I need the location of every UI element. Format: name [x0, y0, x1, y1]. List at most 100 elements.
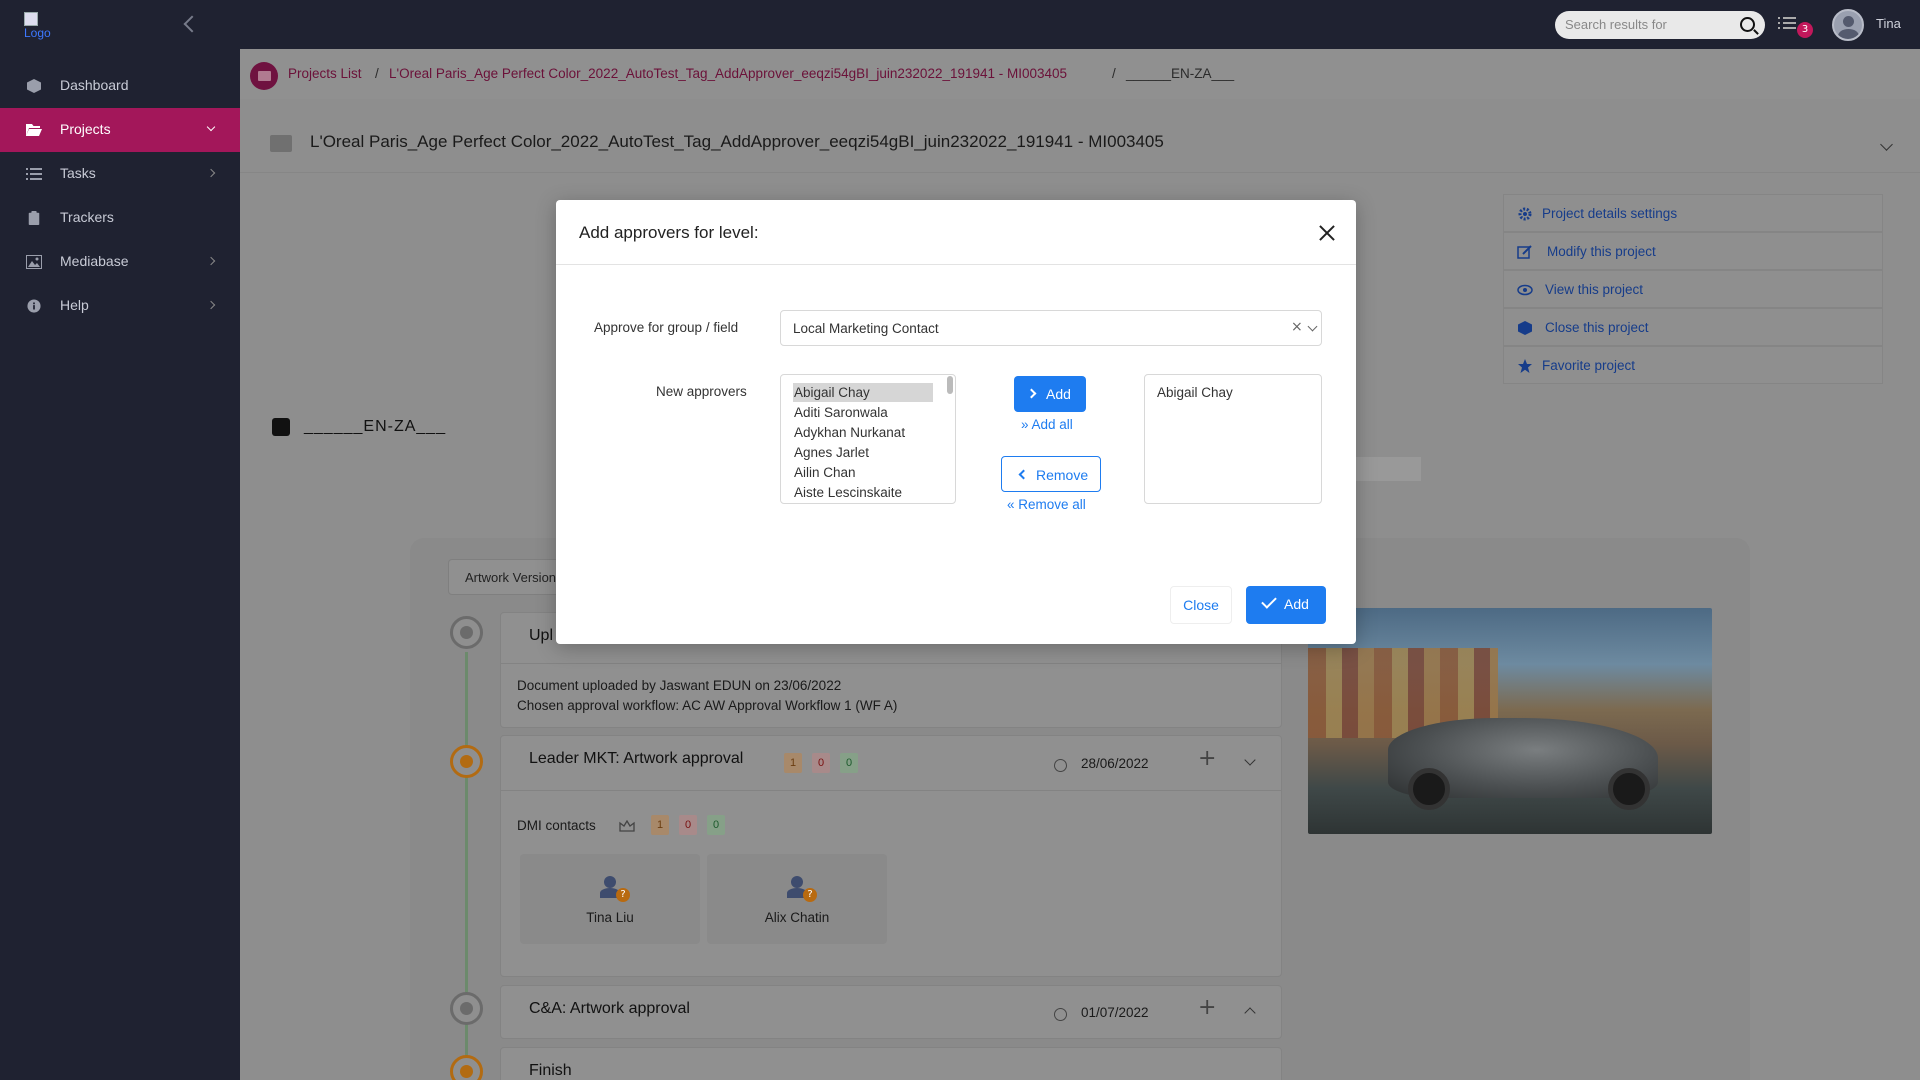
- edit-icon: [1517, 245, 1532, 259]
- box-icon: [1518, 321, 1532, 335]
- breadcrumb-current: ______EN-ZA___: [1126, 66, 1235, 81]
- user-name[interactable]: Tina: [1876, 16, 1901, 31]
- divider: [556, 264, 1356, 265]
- artwork-preview-image[interactable]: [1308, 608, 1712, 834]
- chevron-right-icon: [206, 168, 216, 178]
- list-item[interactable]: Abigail Chay: [793, 383, 933, 402]
- close-icon[interactable]: [1314, 220, 1340, 246]
- step-title: Leader MKT: Artwork approval: [529, 750, 744, 767]
- action-label: Favorite project: [1542, 358, 1636, 373]
- upload-title: Upl: [529, 627, 554, 644]
- project-details-settings-button[interactable]: Project details settings: [1503, 194, 1883, 232]
- list-item[interactable]: Agnes Jarlet: [793, 443, 933, 462]
- modify-project-button[interactable]: Modify this project: [1503, 232, 1883, 270]
- approved-count: 0: [707, 815, 725, 835]
- step-title: Finish: [529, 1062, 572, 1079]
- chevron-right-icon: [1026, 388, 1037, 399]
- rejected-count: 0: [812, 753, 830, 773]
- sidebar-item-tasks[interactable]: Tasks: [0, 152, 240, 196]
- tasks-list-icon[interactable]: [1778, 15, 1796, 31]
- user-avatar[interactable]: [1832, 9, 1864, 41]
- list-item[interactable]: Ailin Chan: [793, 463, 933, 482]
- add-approver-button[interactable]: Add: [1014, 376, 1086, 412]
- upload-icon: [450, 616, 483, 649]
- sidebar-item-trackers[interactable]: Trackers: [0, 196, 240, 240]
- sidebar-item-projects[interactable]: Projects: [0, 108, 240, 152]
- language-code: ______EN-ZA___: [304, 418, 447, 435]
- collapse-sidebar-icon[interactable]: [183, 15, 201, 33]
- check-icon: [1261, 593, 1277, 609]
- chosen-approvers-list[interactable]: Abigail Chay: [1144, 374, 1322, 504]
- chevron-down-icon[interactable]: [1244, 754, 1256, 766]
- add-icon[interactable]: +: [1198, 995, 1216, 1020]
- chevron-left-icon: [1018, 469, 1029, 480]
- cube-icon: [27, 79, 41, 93]
- folder-badge-icon: [250, 62, 278, 90]
- sidebar-item-label: Tasks: [60, 165, 96, 181]
- clock-icon: [1054, 1008, 1067, 1021]
- close-project-button[interactable]: Close this project: [1503, 308, 1883, 346]
- list-item[interactable]: Abigail Chay: [1157, 385, 1233, 400]
- modal-title: Add approvers for level:: [579, 223, 759, 242]
- finish-card: Finish: [500, 1047, 1282, 1080]
- artwork-version-value: Artwork Version: [465, 570, 557, 585]
- search-icon[interactable]: [1740, 17, 1755, 32]
- confirm-add-button[interactable]: Add: [1246, 586, 1326, 624]
- logo[interactable]: Logo: [24, 11, 51, 40]
- remove-button-label: Remove: [1036, 467, 1089, 483]
- info-icon: [27, 299, 41, 313]
- close-button[interactable]: Close: [1170, 586, 1232, 624]
- clipboard-icon: [28, 211, 40, 225]
- view-project-button[interactable]: View this project: [1503, 270, 1883, 308]
- approval-step-card: C&A: Artwork approval 01/07/2022 +: [500, 985, 1282, 1039]
- notification-badge: 3: [1797, 22, 1813, 38]
- breadcrumb-project[interactable]: L'Oreal Paris_Age Perfect Color_2022_Aut…: [389, 66, 1067, 81]
- contact-card[interactable]: ? Alix Chatin: [707, 854, 887, 944]
- question-icon: ?: [616, 888, 630, 902]
- group-field-select[interactable]: Local Marketing Contact ×: [780, 310, 1322, 346]
- list-item[interactable]: Aiste Lescinskaite: [793, 483, 933, 502]
- puzzle-icon: [272, 418, 290, 436]
- pending-count: 1: [651, 815, 669, 835]
- approved-count: 0: [840, 753, 858, 773]
- upload-info: Document uploaded by Jaswant EDUN on 23/…: [517, 678, 842, 693]
- breadcrumb-separator: /: [1112, 66, 1116, 81]
- contact-card[interactable]: ? Tina Liu: [520, 854, 700, 944]
- sidebar-item-label: Trackers: [60, 209, 114, 225]
- search-input[interactable]: Search results for: [1555, 11, 1765, 39]
- sidebar-item-mediabase[interactable]: Mediabase: [0, 240, 240, 284]
- contact-name: Alix Chatin: [764, 910, 830, 925]
- sidebar-item-label: Dashboard: [60, 77, 129, 93]
- gear-icon: [1518, 207, 1532, 221]
- group-field-label: Approve for group / field: [594, 320, 739, 335]
- list-item[interactable]: Adykhan Nurkanat: [793, 423, 933, 442]
- placeholder-bar: [1355, 457, 1421, 481]
- remove-approver-button[interactable]: Remove: [1001, 456, 1101, 492]
- artwork-version-select[interactable]: Artwork Version: [448, 559, 568, 595]
- step-date: 28/06/2022: [1081, 756, 1149, 771]
- logo-alt-text: Logo: [24, 25, 51, 40]
- add-icon[interactable]: +: [1198, 746, 1216, 771]
- remove-all-label: Remove all: [1018, 497, 1086, 512]
- clear-icon[interactable]: ×: [1291, 319, 1303, 335]
- breadcrumb-projects-list[interactable]: Projects List: [288, 66, 362, 81]
- remove-all-link[interactable]: « Remove all: [1007, 497, 1086, 512]
- sidebar-item-label: Projects: [60, 121, 111, 137]
- folder-icon: [270, 135, 292, 152]
- chevron-up-icon[interactable]: [1244, 1007, 1256, 1019]
- sidebar-item-help[interactable]: Help: [0, 284, 240, 328]
- star-icon: [1518, 359, 1532, 373]
- add-all-link[interactable]: » Add all: [1021, 417, 1073, 432]
- add-all-label: Add all: [1031, 417, 1073, 432]
- available-approvers-list[interactable]: Abigail Chay Aditi Saronwala Adykhan Nur…: [780, 374, 956, 504]
- favorite-project-button[interactable]: Favorite project: [1503, 346, 1883, 384]
- pending-count: 1: [784, 753, 802, 773]
- scrollbar[interactable]: [947, 376, 953, 394]
- workflow-info: Chosen approval workflow: AC AW Approval…: [517, 698, 898, 713]
- rejected-count: 0: [679, 815, 697, 835]
- list-item[interactable]: Aditi Saronwala: [793, 403, 933, 422]
- sidebar-item-label: Help: [60, 297, 89, 313]
- sidebar-item-dashboard[interactable]: Dashboard: [0, 64, 240, 108]
- group-field-value: Local Marketing Contact: [793, 321, 939, 336]
- chevron-down-icon[interactable]: [1307, 321, 1318, 332]
